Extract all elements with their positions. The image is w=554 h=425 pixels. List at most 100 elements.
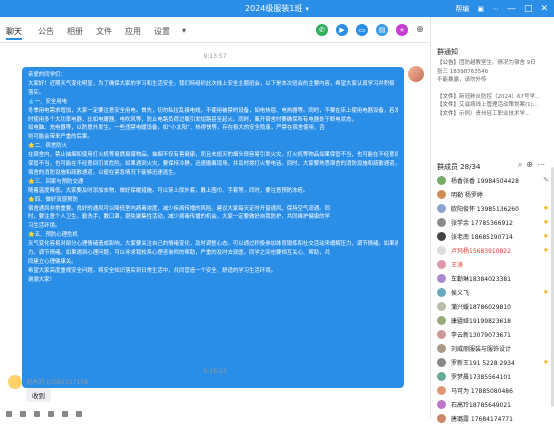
member-item[interactable]: 欧阳俊怀 13985136260 ★ [437, 202, 549, 215]
title-bar: 2024级服装1班 ▾ 帮编 ▣ ⋯ — □ ✕ [0, 0, 554, 17]
avatar [437, 190, 446, 199]
notice-item: 【公告】团防越教室生、情况为宿舍 9日 [437, 59, 549, 68]
member-name: 侯义飞 [451, 290, 470, 297]
star-icon: ★ [542, 204, 549, 212]
tab-apps[interactable]: 应用 [125, 26, 141, 37]
tab-files[interactable]: 文件 [96, 26, 112, 37]
member-item[interactable]: 康疆娅19199823618 [437, 314, 549, 327]
message-bubble[interactable]: 收到 [26, 388, 51, 402]
notice-tag: 【文件】 [437, 93, 460, 100]
member-item[interactable]: 罗梦晨17385564101 [437, 370, 549, 383]
message-line: 🌟五、预防心理危机 [28, 232, 78, 239]
notice-text: 张三 18398763546 [437, 68, 489, 75]
screen-share-icon[interactable]: ▭ [356, 24, 368, 36]
message-line: 冬季用电需求增加，大家一定要注意安全用电。首先，切勿私拉乱接电线，不使用被禁的设… [28, 107, 398, 114]
member-name: 马可为 17885080486 [451, 388, 513, 395]
member-item[interactable]: 杨香张香 19984504428 ✎ [437, 174, 549, 187]
notice-tag: 【公告】 [437, 60, 460, 66]
avatar [437, 176, 446, 185]
member-item[interactable]: 马可为 17885080486 [437, 384, 549, 397]
emoji-icon[interactable] [6, 411, 12, 417]
avatar [437, 204, 446, 213]
member-item[interactable]: 张学余 17785366912 ★ [437, 216, 549, 229]
member-name: 石高玲18785649021 [451, 402, 511, 409]
mic-icon[interactable] [62, 411, 68, 417]
tab-album[interactable]: 相册 [67, 26, 83, 37]
avatar [437, 232, 446, 241]
message-line: 希望大家高度重视安全问题，将安全知识落实到日常生活中，共同营造一个安全、舒适的学… [28, 267, 276, 274]
avatar [437, 400, 446, 409]
scissors-icon[interactable] [20, 411, 26, 417]
minimize-icon[interactable]: — [507, 4, 516, 14]
message-timestamp: 9:13:57 [203, 53, 227, 60]
member-item[interactable]: 张老南 18685190714 ★ [437, 230, 549, 243]
member-item[interactable]: 罗新王191 5228 2934 ★ [437, 356, 549, 369]
message-bubble[interactable]: 亲爱的同学们： 大家好！近期天气变化明显，为了确保大家的学习和生活安全，我们特组… [22, 67, 404, 388]
member-item[interactable]: 蒲兴媛18786029810 [437, 300, 549, 313]
notice-title: 群通知 [437, 48, 458, 56]
video-icon[interactable]: ▶ [336, 24, 348, 36]
member-item[interactable]: 卢玛杨15683910822 ★ [437, 244, 549, 257]
avatar[interactable] [408, 66, 424, 82]
message-line: 随着温度降低，大家要及时添加衣物，做好保暖措施。可以穿上厚外套，戴上围巾、手套等… [28, 187, 309, 194]
edit-button[interactable]: 帮编 [455, 4, 469, 14]
sender-name: 刘木刘 15585157139 [26, 379, 88, 386]
folder-icon[interactable] [34, 411, 40, 417]
avatar [437, 288, 446, 297]
tab-settings[interactable]: 设置 [154, 26, 170, 37]
message-line: 力，调节情绪。如果遇到心理问题，可以寻求我校系心理咨询师的帮助，严重的及时去就医… [28, 250, 330, 257]
avatar[interactable] [8, 375, 22, 389]
message-line: 则可能会带来严重的后果。 [28, 134, 93, 141]
clock-icon[interactable] [76, 411, 82, 417]
member-item[interactable]: 车勤琳18384023381 [437, 272, 549, 285]
notice-text: 团防越教室生、情况为宿舍 9日 [459, 60, 536, 66]
avatar [437, 358, 446, 367]
document-icon[interactable]: ▤ [376, 24, 388, 36]
member-item[interactable]: 唐璐露 17684174771 [437, 412, 549, 425]
tabs-more-chevron-icon[interactable]: ▾ [182, 26, 186, 35]
edit-icon: ✎ [543, 176, 549, 184]
star-icon: ★ [542, 288, 549, 296]
more-icon[interactable]: ⊕ [414, 24, 426, 36]
chat-message-area[interactable]: 9:13:57 亲爱的同学们： 大家好！近期天气变化明显，为了确保大家的学习和生… [0, 43, 430, 413]
image-icon[interactable] [48, 411, 54, 417]
message-line: 宿舍通风非常重要。良好的通风可以降低室内病毒浓度，减少疾病传播的风险。建议大家每… [28, 205, 330, 212]
member-name: 罗梦晨17385564101 [451, 374, 511, 381]
notice-tag: 【文件】 [437, 110, 460, 117]
window-controls: 帮编 ▣ ⋯ — □ ✕ [455, 2, 548, 15]
chevron-down-icon[interactable]: ▾ [305, 5, 309, 13]
member-item[interactable]: 王涛 [437, 258, 549, 271]
member-name: 康疆娅19199823618 [451, 318, 511, 325]
member-item[interactable]: 石高玲18785649021 [437, 398, 549, 411]
tab-chat[interactable]: 聊天 [6, 26, 22, 40]
star-icon: ★ [542, 246, 549, 254]
member-name: 刘威丽服装与服饰设计 [451, 346, 512, 353]
add-icon[interactable]: + [396, 24, 408, 36]
member-item[interactable]: 明勒 杨罗婷 [437, 188, 549, 201]
member-name: 王涛 [451, 262, 464, 269]
notice-text: 不能暴露，请勿外传 [437, 77, 487, 84]
maximize-icon[interactable]: □ [524, 4, 533, 14]
message-line: 时使用多个大功率电器，比如电暖器、电吹风等，防止电路负荷过载引发短路甚至起火。同… [28, 116, 357, 123]
message-timestamp: 9:18:13 [203, 368, 227, 375]
avatar [437, 274, 446, 283]
member-item[interactable]: 刘威丽服装与服饰设计 [437, 342, 549, 355]
star-icon: ★ [542, 232, 549, 240]
phone-icon[interactable]: ✆ [316, 24, 328, 36]
member-name: 罗新王191 5228 2934 [451, 360, 515, 367]
screenshot-icon[interactable]: ▣ [477, 5, 484, 13]
member-item[interactable]: 李云新13079073671 [437, 328, 549, 341]
avatar [437, 302, 446, 311]
more-icon[interactable]: ⋯ [492, 5, 499, 13]
close-icon[interactable]: ✕ [540, 4, 548, 14]
notice-list[interactable]: 【公告】团防越教室生、情况为宿舍 9日 张三 18398763546 不能暴露，… [437, 59, 549, 119]
tab-announcement[interactable]: 公告 [38, 26, 54, 37]
notice-item: 【文件】艾滋病线上管理活动策划案(1)... [437, 101, 549, 110]
more-icon[interactable]: ⋯ [537, 160, 549, 169]
avatar [437, 344, 446, 353]
member-item[interactable]: 侯义飞 ★ [437, 286, 549, 299]
add-member-icon[interactable]: ⊕ [526, 160, 537, 169]
member-name: 蒲兴媛18786029810 [451, 304, 511, 311]
member-name: 唐璐露 17684174771 [451, 416, 513, 423]
member-name: 李云新13079073671 [451, 332, 511, 339]
